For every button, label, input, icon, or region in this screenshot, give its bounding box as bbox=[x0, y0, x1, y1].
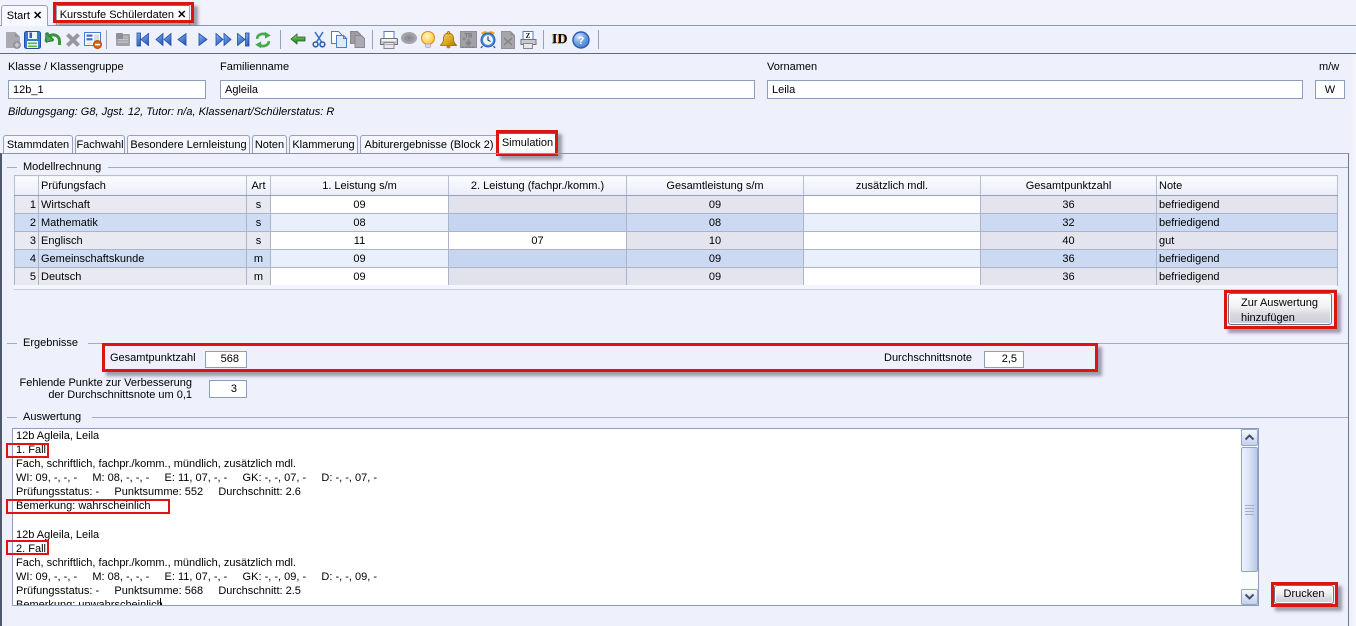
svg-text:Z: Z bbox=[526, 32, 531, 40]
svg-text:?: ? bbox=[578, 35, 585, 47]
svg-text:TB: TB bbox=[465, 34, 474, 40]
